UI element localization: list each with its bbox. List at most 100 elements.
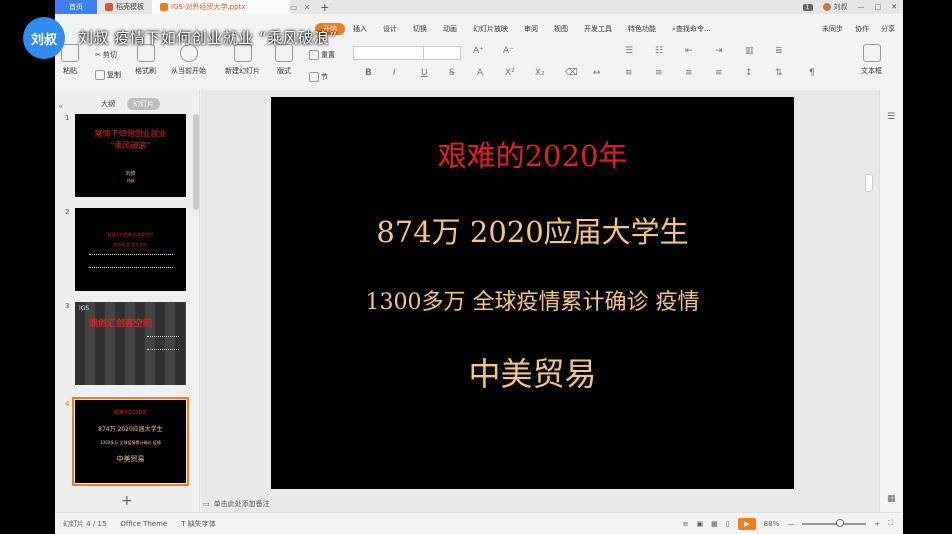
menu-developer[interactable]: 开发工具 — [576, 24, 620, 34]
thumb-line: 中美贸易 — [116, 455, 145, 463]
properties-icon[interactable]: ☰ — [887, 112, 897, 122]
text-direction-icon[interactable]: ⇅ — [775, 68, 783, 78]
thumb-line: 1300多万 全球疫情累计确诊 疫情 — [100, 440, 161, 445]
paste-button[interactable]: 粘贴 — [61, 44, 79, 76]
align-right-icon[interactable]: ≡ — [685, 68, 693, 78]
zoom-slider[interactable] — [802, 518, 867, 527]
char-spacing-icon[interactable]: ↔ — [593, 68, 601, 78]
pptx-icon — [160, 3, 168, 11]
justify-icon[interactable]: ≡ — [715, 68, 723, 78]
font-color-icon[interactable]: A — [477, 68, 483, 78]
layout-button[interactable]: 版式 — [275, 44, 293, 76]
line-spacing-icon[interactable]: ↕ — [745, 68, 753, 78]
align-options-icon[interactable]: ≣ — [775, 46, 783, 56]
thumb-line: 创业机会 就业方向 — [113, 242, 148, 247]
menu-transition[interactable]: 切换 — [405, 24, 435, 34]
missing-font-status[interactable]: T 缺失字体 — [181, 519, 216, 529]
shrink-font-icon[interactable]: A⁻ — [503, 46, 514, 56]
columns-icon[interactable]: ▥ — [745, 46, 754, 56]
superscript-icon[interactable]: X² — [505, 68, 515, 78]
new-slide-button[interactable]: 新建幻灯片 — [225, 44, 260, 76]
notes-toggle-icon[interactable]: ≡ — [683, 520, 689, 528]
menu-view[interactable]: 视图 — [546, 24, 576, 34]
add-slide-button[interactable]: + — [121, 493, 133, 509]
align-center-icon[interactable]: ≡ — [655, 68, 663, 78]
fit-window-icon[interactable]: ⛶ — [888, 519, 893, 528]
panel-scrollbar[interactable] — [193, 114, 199, 210]
zoom-in-icon[interactable]: + — [874, 520, 880, 528]
copy-button[interactable]: 复制 — [95, 70, 121, 80]
user-account[interactable]: 刘叔 — [822, 2, 848, 12]
tab-home[interactable]: 首页 — [55, 0, 97, 14]
decrease-indent-icon[interactable]: ⇤ — [685, 46, 693, 56]
minimize-button[interactable]: — — [858, 3, 865, 11]
thumb-line: 874万 2020应届大学生 — [98, 426, 163, 433]
eraser-icon[interactable]: ⌫ — [565, 68, 578, 78]
share-button[interactable]: 分享 — [881, 24, 895, 34]
slide-thumbnail: 疫情下的困难 形势及应对 创业机会 就业方向 — [75, 208, 186, 291]
slide-thumbnail: IGS 鼎创汇创客空间 — [75, 302, 186, 385]
subscript-icon[interactable]: X₂ — [535, 68, 545, 78]
zoom-out-icon[interactable]: — — [787, 520, 794, 528]
text-box-button[interactable]: 文本框 — [861, 44, 882, 76]
new-tab-button[interactable]: + — [320, 1, 329, 14]
tab-slides[interactable]: 幻灯片 — [127, 98, 160, 110]
notes-icon: ▭ — [203, 500, 210, 508]
play-from-current-button[interactable]: 从当前开始 — [171, 44, 206, 76]
tab-templates-label: 稻壳模板 — [116, 3, 144, 11]
panel-tabs: 大纲 幻灯片 — [95, 98, 160, 110]
cut-button[interactable]: ✂ 剪切 — [95, 50, 117, 60]
collaborate-button[interactable]: 协作 — [855, 24, 869, 34]
bold-icon[interactable]: B — [365, 68, 372, 78]
italic-icon[interactable]: I — [393, 68, 396, 78]
notes-bar[interactable]: ▭ 单击此处添加备注 — [201, 496, 891, 512]
layout-label: 版式 — [277, 67, 291, 75]
underline-icon[interactable]: U — [421, 68, 428, 78]
menu-slideshow[interactable]: 幻灯片放映 — [465, 24, 516, 34]
numbered-list-icon[interactable]: ☷ — [655, 46, 663, 56]
reading-view-icon[interactable]: ▯ — [726, 520, 730, 528]
copy-icon — [95, 70, 105, 80]
tab-document[interactable]: IGS-对外经贸大学.pptx — [152, 0, 290, 14]
bullet-list-icon[interactable]: ☰ — [625, 46, 633, 56]
maximize-button[interactable]: □ — [875, 3, 882, 11]
menu-insert[interactable]: 插入 — [345, 24, 375, 34]
user-name: 刘叔 — [833, 3, 848, 11]
window-controls: 1 刘叔 — □ ✕ — [802, 0, 897, 14]
theme-name: Office Theme — [120, 519, 168, 528]
menu-design[interactable]: 设计 — [375, 24, 405, 34]
align-left-icon[interactable]: ≡ — [625, 68, 633, 78]
reset-label: 重置 — [321, 51, 335, 59]
current-slide[interactable]: 艰难的2020年 874万 2020应届大学生 1300多万 全球疫情累计确诊 … — [271, 97, 794, 489]
cut-label: 剪切 — [102, 51, 117, 59]
menu-features[interactable]: 特色功能 — [620, 24, 664, 34]
slide-thumbnail-selected: 艰难的2020年 874万 2020应届大学生 1300多万 全球疫情累计确诊 … — [72, 397, 189, 486]
section-button[interactable]: 节 — [309, 72, 328, 82]
tab-outline[interactable]: 大纲 — [95, 98, 121, 110]
sync-status[interactable]: 未同步 — [822, 24, 843, 34]
grow-font-icon[interactable]: A⁺ — [473, 46, 484, 56]
normal-view-icon[interactable]: ▣ — [697, 520, 704, 528]
reset-button[interactable]: 重置 — [309, 50, 335, 60]
command-search[interactable]: ⌕查找命令... — [664, 24, 719, 34]
grid-icon[interactable]: ▦ — [887, 494, 897, 504]
tab-close-icon[interactable]: ✕ — [304, 3, 311, 12]
canvas-scrollbar[interactable] — [865, 174, 873, 192]
format-painter-label: 格式刷 — [135, 67, 156, 75]
tab-window-icon[interactable]: ▭ — [290, 3, 298, 12]
close-window-button[interactable]: ✕ — [891, 3, 897, 11]
increase-indent-icon[interactable]: ⇥ — [715, 46, 723, 56]
collapse-panel-icon[interactable]: « — [58, 102, 64, 112]
slide-number: 4 — [65, 400, 70, 408]
zoom-slider-handle[interactable] — [836, 518, 845, 527]
menu-animation[interactable]: 动画 — [435, 24, 465, 34]
font-size-select[interactable] — [423, 46, 461, 60]
paragraph-icon[interactable]: ¶ — [809, 68, 815, 78]
tab-templates[interactable]: 稻壳模板 — [97, 0, 152, 14]
menu-review[interactable]: 审阅 — [516, 24, 546, 34]
sorter-view-icon[interactable]: ▦ — [711, 520, 718, 528]
zoom-level[interactable]: 88% — [764, 520, 780, 528]
strikethrough-icon[interactable]: S̶ — [449, 68, 455, 78]
play-slideshow-button[interactable]: ▶ — [737, 517, 756, 530]
format-painter-button[interactable]: 格式刷 — [135, 44, 156, 76]
